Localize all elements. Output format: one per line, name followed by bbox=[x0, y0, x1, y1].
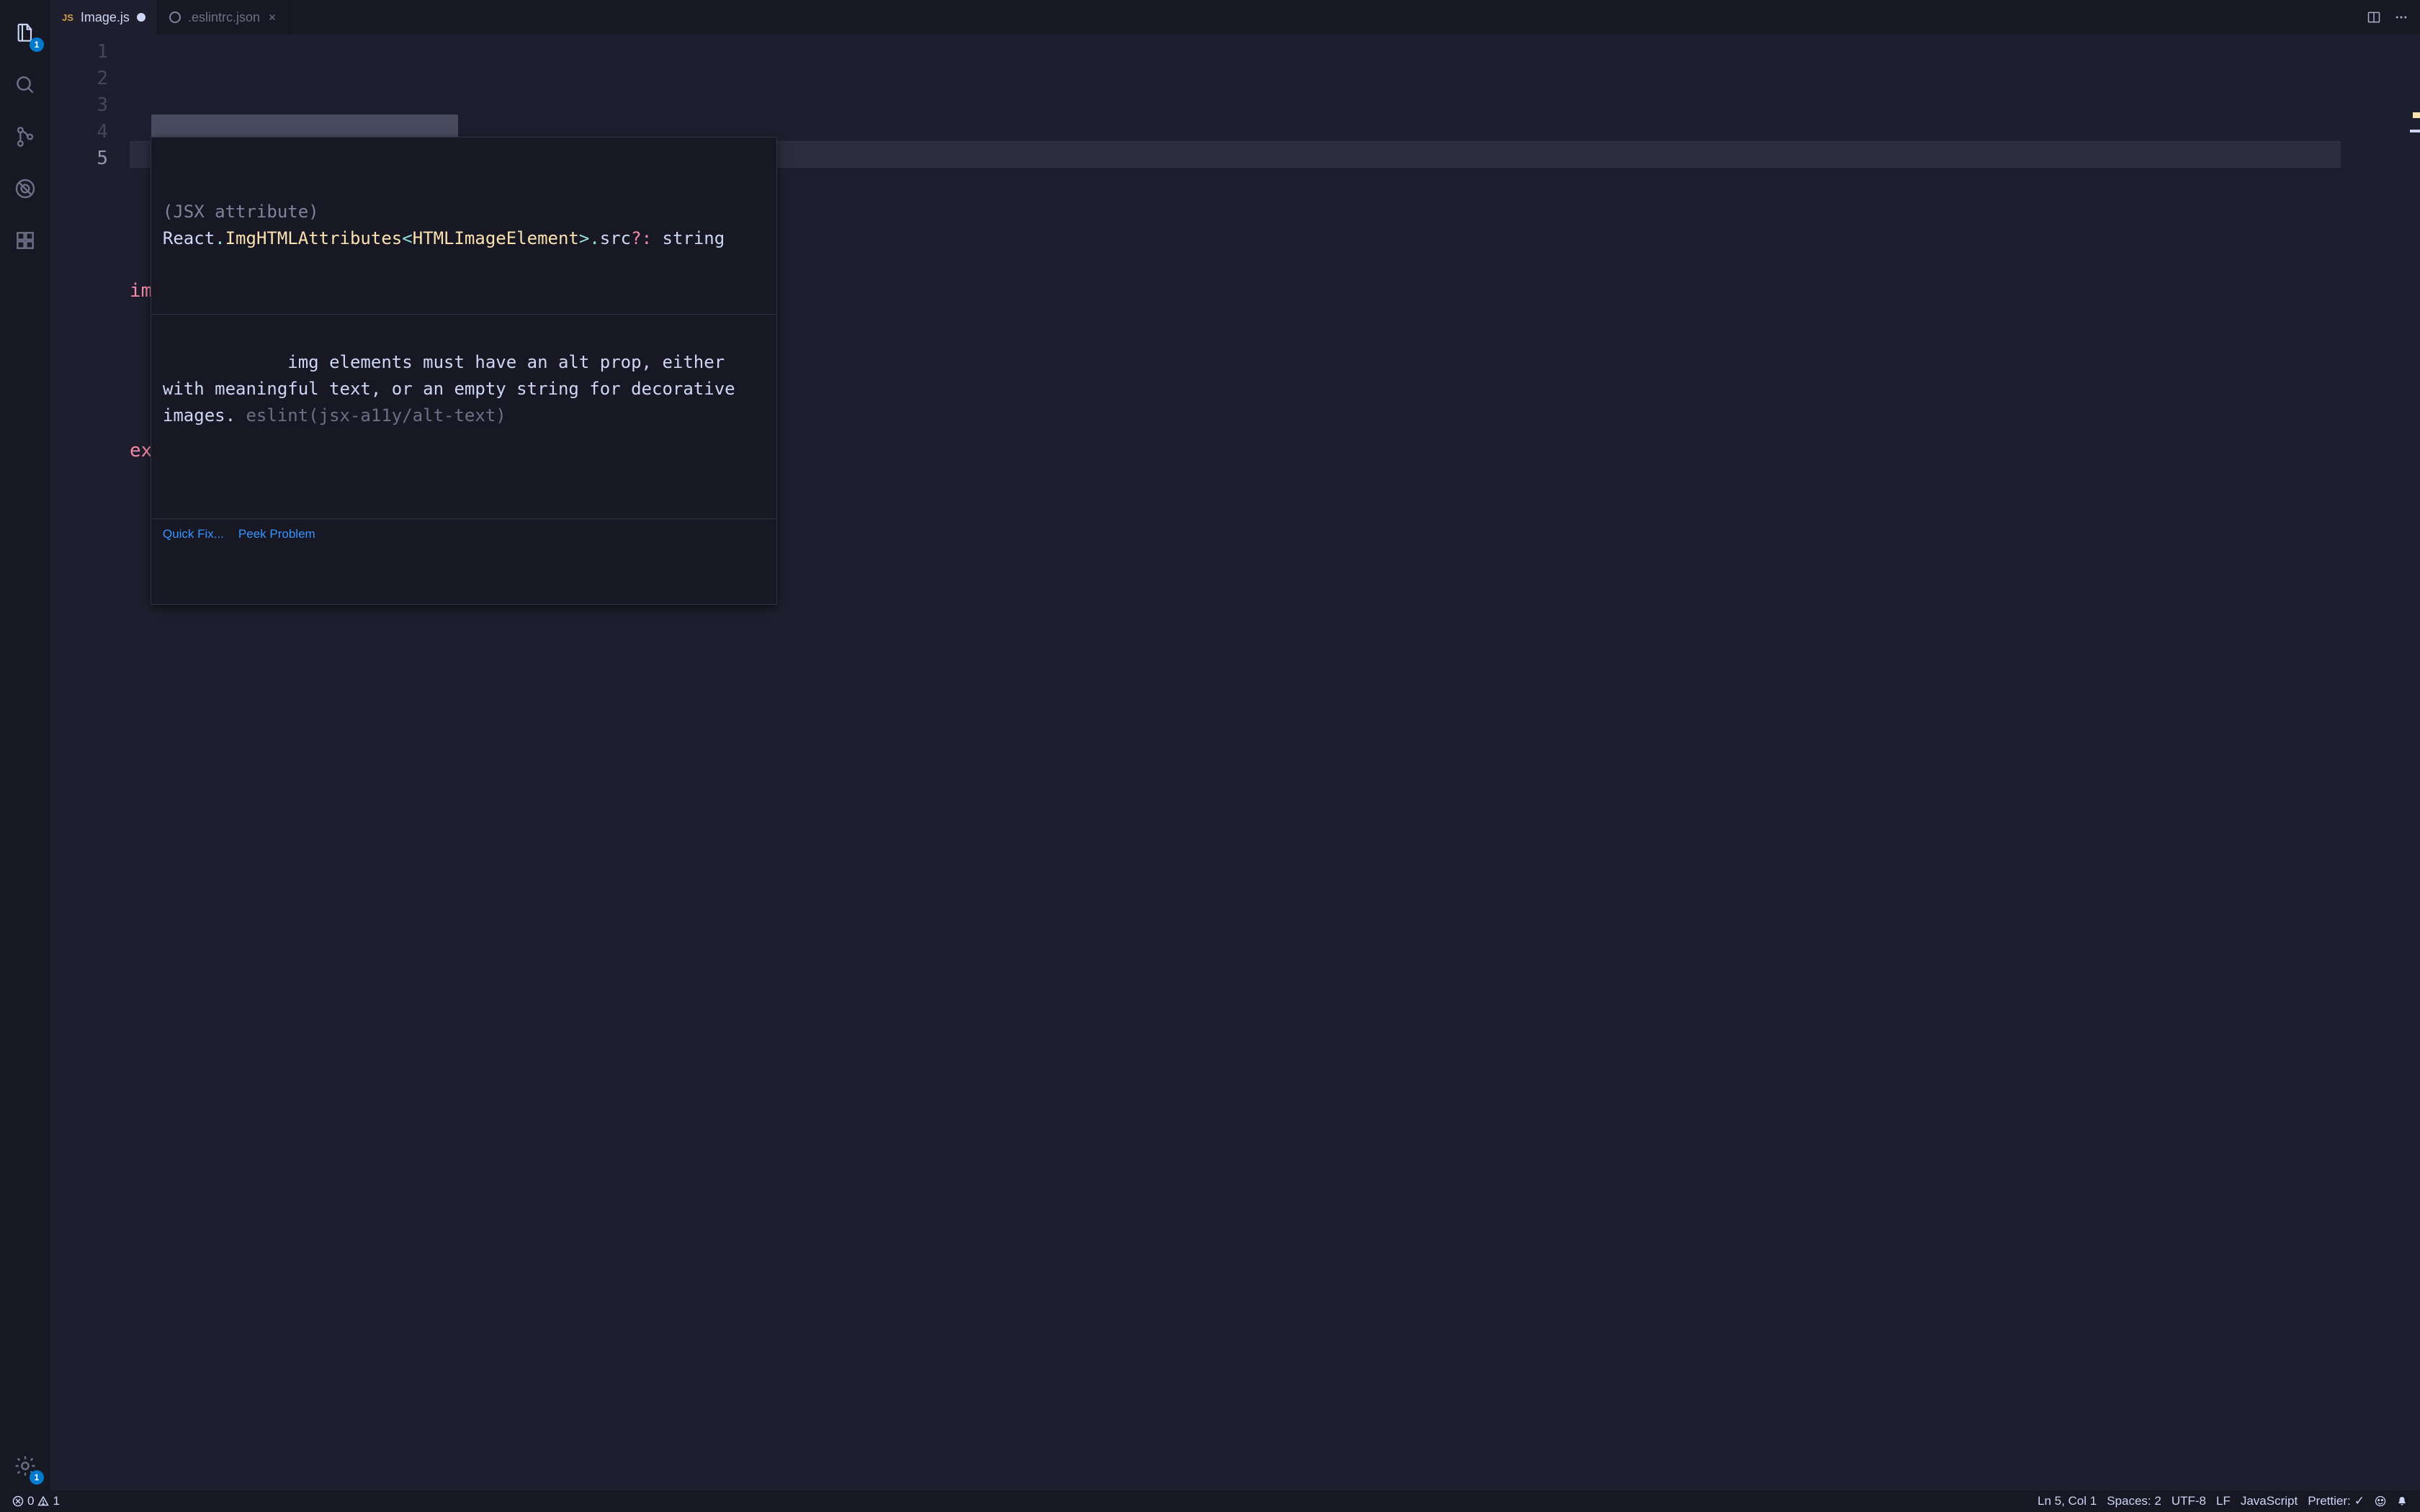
hover-message: img elements must have an alt prop, eith… bbox=[151, 314, 776, 464]
extensions-icon[interactable] bbox=[8, 223, 42, 258]
tab-label: .eslintrc.json bbox=[188, 10, 260, 25]
hover-actions: Quick Fix... Peek Problem bbox=[151, 518, 776, 551]
status-language[interactable]: JavaScript bbox=[2236, 1490, 2303, 1512]
close-icon[interactable] bbox=[267, 12, 277, 22]
hover-widget: (JSX attribute) React.ImgHTMLAttributes<… bbox=[151, 137, 777, 605]
tab-eslintrc[interactable]: .eslintrc.json bbox=[158, 0, 290, 35]
minimap[interactable] bbox=[2370, 35, 2420, 1490]
source-control-icon[interactable] bbox=[8, 120, 42, 154]
search-icon[interactable] bbox=[8, 68, 42, 102]
overview-ruler[interactable] bbox=[2410, 35, 2420, 1490]
quick-fix-link[interactable]: Quick Fix... bbox=[163, 525, 224, 544]
tab-label: Image.js bbox=[81, 10, 130, 25]
status-ln-col[interactable]: Ln 5, Col 1 bbox=[2033, 1490, 2102, 1512]
tab-actions bbox=[2367, 0, 2420, 35]
peek-problem-link[interactable]: Peek Problem bbox=[238, 525, 315, 544]
settings-badge: 1 bbox=[30, 1470, 44, 1485]
dirty-indicator-icon bbox=[137, 13, 145, 22]
editor-body[interactable]: 1 2 3 4 5 import React from 'react'; exp… bbox=[50, 35, 2420, 1490]
status-encoding[interactable]: UTF-8 bbox=[2166, 1490, 2211, 1512]
split-editor-icon[interactable] bbox=[2367, 10, 2381, 24]
editor-tabs: JS Image.js .eslintrc.json bbox=[50, 0, 2420, 35]
status-prettier[interactable]: Prettier: ✓ bbox=[2303, 1490, 2370, 1512]
status-eol[interactable]: LF bbox=[2211, 1490, 2236, 1512]
explorer-icon[interactable]: 1 bbox=[8, 16, 42, 50]
editor-area: JS Image.js .eslintrc.json 1 bbox=[50, 0, 2420, 1490]
error-icon bbox=[12, 1495, 24, 1507]
settings-gear-icon[interactable]: 1 bbox=[8, 1449, 42, 1483]
debug-icon[interactable] bbox=[8, 171, 42, 206]
status-bell-icon[interactable] bbox=[2391, 1490, 2413, 1512]
json-file-icon bbox=[169, 12, 181, 23]
more-actions-icon[interactable] bbox=[2394, 10, 2408, 24]
activity-bar: 1 bbox=[0, 0, 50, 1490]
tab-image-js[interactable]: JS Image.js bbox=[50, 0, 158, 35]
ruler-warning-mark bbox=[2413, 112, 2420, 118]
explorer-badge: 1 bbox=[30, 37, 44, 52]
status-bar: 0 1 Ln 5, Col 1 Spaces: 2 UTF-8 LF JavaS… bbox=[0, 1490, 2420, 1512]
code-content[interactable]: import React from 'react'; export const … bbox=[130, 35, 2370, 1490]
line-number-gutter: 1 2 3 4 5 bbox=[50, 35, 130, 1490]
status-indent[interactable]: Spaces: 2 bbox=[2102, 1490, 2166, 1512]
workbench: 1 bbox=[0, 0, 2420, 1490]
ruler-cursor-mark bbox=[2410, 130, 2420, 132]
status-feedback-icon[interactable] bbox=[2370, 1490, 2391, 1512]
status-problems[interactable]: 0 1 bbox=[7, 1490, 65, 1512]
warning-icon bbox=[37, 1495, 49, 1507]
hover-signature: (JSX attribute) React.ImgHTMLAttributes<… bbox=[151, 192, 776, 261]
js-file-icon: JS bbox=[62, 12, 73, 23]
